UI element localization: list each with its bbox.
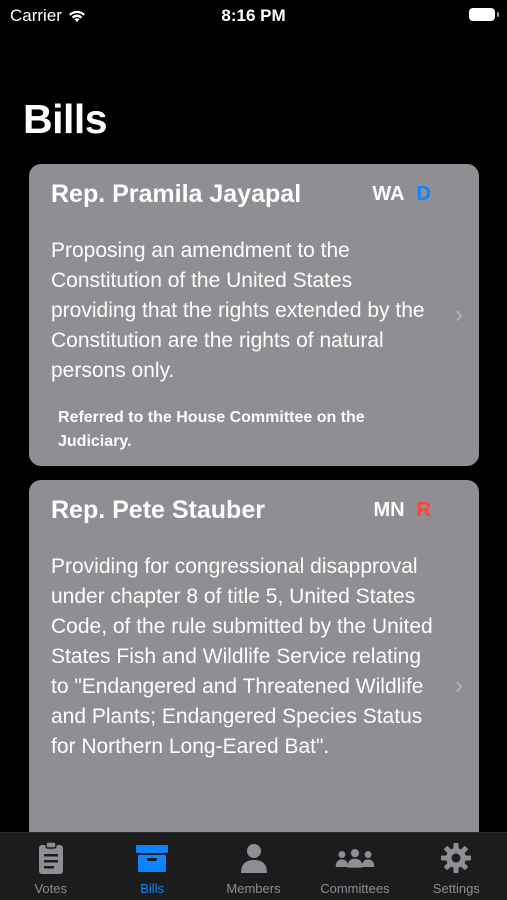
sponsor-meta: MN R — [373, 499, 431, 522]
bill-title: Providing for congressional disapproval … — [51, 555, 433, 758]
archive-box-icon — [132, 841, 172, 875]
party-label: D — [416, 182, 431, 205]
state-label: WA — [372, 182, 405, 205]
bill-list: Rep. Pramila Jayapal WA D Proposing an a… — [29, 164, 479, 874]
chevron-right-icon: › — [455, 301, 463, 328]
tab-label: Bills — [140, 881, 165, 896]
bill-card[interactable]: Rep. Pramila Jayapal WA D Proposing an a… — [29, 164, 479, 466]
tab-label: Settings — [432, 881, 480, 896]
bill-card-header: Rep. Pete Stauber MN R — [51, 494, 457, 526]
state-label: MN — [373, 498, 405, 521]
chevron-right-icon: › — [455, 672, 463, 699]
bill-status: Referred to the House Committee on the J… — [58, 409, 365, 450]
tab-votes[interactable]: Votes — [0, 833, 101, 900]
tab-settings[interactable]: Settings — [406, 833, 507, 900]
clock: 8:16 PM — [221, 6, 286, 25]
sponsor-name: Rep. Pete Stauber — [51, 495, 265, 524]
page-title: Bills — [23, 96, 108, 142]
tab-bar: Votes Bills Members Committees Settings — [0, 832, 507, 900]
tab-members[interactable]: Members — [203, 833, 304, 900]
battery-icon — [469, 8, 499, 21]
tab-label: Members — [226, 881, 281, 896]
tab-label: Votes — [34, 881, 67, 896]
status-bar: Carrier 8:16 PM — [0, 0, 507, 34]
bill-card-header: Rep. Pramila Jayapal WA D — [51, 178, 457, 210]
party-label: R — [416, 498, 431, 521]
bill-card[interactable]: Rep. Pete Stauber MN R Providing for con… — [29, 480, 479, 860]
sponsor-meta: WA D — [372, 183, 431, 206]
tab-committees[interactable]: Committees — [304, 833, 405, 900]
bill-title: Proposing an amendment to the Constituti… — [51, 239, 425, 382]
tab-bills[interactable]: Bills — [101, 833, 202, 900]
sponsor-name: Rep. Pramila Jayapal — [51, 179, 302, 208]
person-icon — [234, 841, 274, 875]
tab-label: Committees — [320, 881, 390, 896]
clipboard-icon — [31, 841, 71, 875]
gear-icon — [436, 841, 476, 875]
group-icon — [335, 841, 375, 875]
